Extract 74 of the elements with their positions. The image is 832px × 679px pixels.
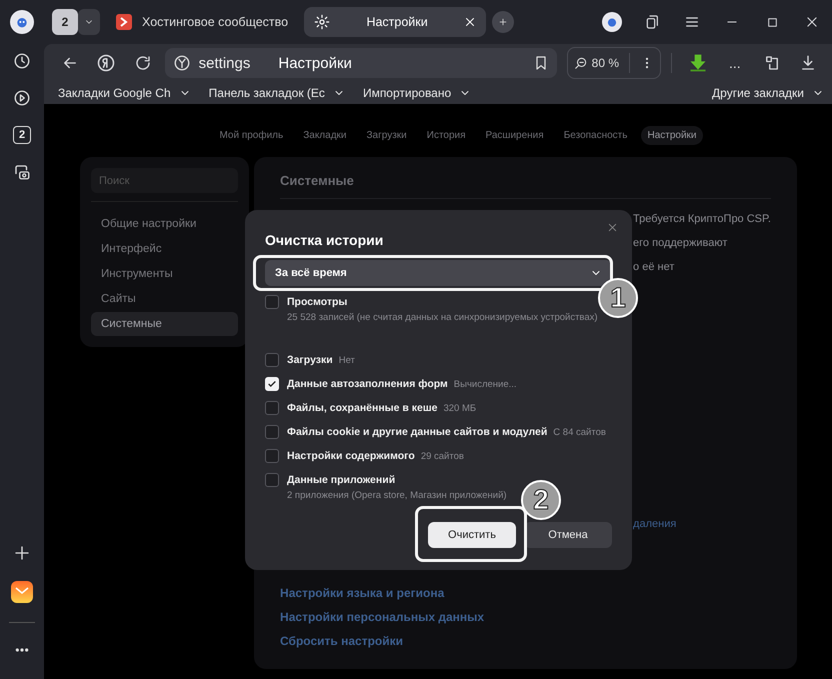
checkmark-icon: [267, 379, 277, 389]
close-icon[interactable]: [464, 16, 476, 28]
collections-icon[interactable]: [644, 14, 660, 30]
settings-tab[interactable]: История: [420, 126, 472, 145]
sidebar-item[interactable]: Сайты: [91, 287, 238, 311]
setting-text: о её нет: [633, 261, 674, 273]
plus-icon[interactable]: [13, 544, 31, 562]
checkbox-label: Просмотры: [287, 295, 348, 309]
zoom-icon[interactable]: [574, 56, 588, 70]
sidebar-item[interactable]: Интерфейс: [91, 237, 238, 261]
page-title: Настройки: [278, 54, 353, 72]
browser-tab[interactable]: Настройки: [304, 7, 486, 37]
search-field[interactable]: Поиск: [91, 168, 238, 193]
tab-counter[interactable]: 2: [52, 9, 78, 35]
site-icon: [116, 14, 132, 30]
checkbox-label: Файлы cookie и другие данные сайтов и модулей: [287, 425, 548, 439]
bookmark-folder[interactable]: Импортировано: [362, 86, 472, 100]
section-title: Системные: [280, 173, 355, 188]
settings-tab[interactable]: Закладки: [297, 126, 352, 145]
screenshot-icon[interactable]: [13, 163, 31, 181]
period-dropdown[interactable]: За всё время: [265, 260, 612, 286]
checkbox[interactable]: [265, 473, 279, 487]
checkbox-label: Загрузки: [287, 353, 333, 367]
item-detail: 320 МБ: [443, 402, 476, 416]
download-arrow-icon[interactable]: [688, 53, 708, 73]
checkbox-label: Настройки содержимого: [287, 449, 415, 463]
item-detail: Нет: [338, 354, 355, 368]
checkbox[interactable]: [265, 353, 279, 367]
checkbox[interactable]: [265, 449, 279, 463]
settings-tab[interactable]: Настройки: [641, 126, 703, 145]
settings-tab[interactable]: Безопасность: [558, 126, 634, 145]
browser-logo-icon: [172, 54, 191, 72]
checkbox-label: Файлы, сохранённые в кеше: [287, 401, 438, 415]
dialog-title: Очистка истории: [265, 232, 384, 248]
address-bar[interactable]: settings Настройки: [164, 48, 557, 78]
bookmark-folder[interactable]: Другие закладки: [712, 86, 824, 100]
item-detail: Вычисление...: [454, 378, 517, 392]
address-text: settings: [198, 54, 250, 72]
checkbox[interactable]: [265, 425, 279, 439]
setting-text: его поддерживают: [633, 237, 728, 249]
home-logo-icon[interactable]: [96, 53, 116, 73]
browser-logo[interactable]: [10, 10, 34, 34]
checkbox-label: Данные автозаполнения форм: [287, 377, 448, 391]
cancel-button[interactable]: Отмена: [524, 522, 612, 548]
checkbox[interactable]: [265, 401, 279, 415]
settings-tab[interactable]: Загрузки: [360, 126, 413, 145]
sidebar-item[interactable]: Общие настройки: [91, 212, 238, 236]
maximize-icon[interactable]: [766, 16, 778, 28]
new-tab-button[interactable]: [492, 11, 514, 33]
bookmark-folder[interactable]: Закладки Google Ch: [58, 86, 191, 100]
settings-tab[interactable]: Расширения: [480, 126, 550, 145]
play-icon[interactable]: [13, 89, 31, 107]
history-icon[interactable]: [13, 52, 31, 70]
settings-tab[interactable]: Мой профиль: [213, 126, 290, 145]
sidebar-item[interactable]: Инструменты: [91, 262, 238, 286]
item-detail: 29 сайтов: [420, 450, 464, 464]
browser-tab[interactable]: Хостинговое сообщество: [106, 7, 298, 37]
sidebar-item[interactable]: Системные: [91, 312, 238, 336]
zoom-level: 80 %: [592, 56, 620, 70]
item-detail: 2 приложения (Opera store, Магазин приложений): [287, 489, 507, 503]
reload-icon[interactable]: [134, 54, 152, 72]
item-detail: 25 528 записей (не считая данных на синхронизируемых устройствах): [287, 311, 598, 325]
bookmark-folder[interactable]: Панель закладок (Ec: [208, 86, 345, 100]
item-detail: С 84 сайтов: [553, 426, 606, 440]
setting-text: Требуется КриптоПро CSP.: [633, 213, 771, 225]
profile-avatar[interactable]: [602, 12, 622, 32]
gear-icon: [314, 14, 330, 30]
clear-button[interactable]: Очистить: [428, 522, 516, 548]
checkbox[interactable]: [265, 295, 279, 309]
mail-icon[interactable]: [11, 581, 33, 603]
close-icon[interactable]: [805, 15, 819, 29]
more-button[interactable]: ...: [718, 54, 752, 72]
checkbox-label: Данные приложений: [287, 473, 396, 487]
tabs-panel-button[interactable]: 2: [13, 126, 31, 144]
